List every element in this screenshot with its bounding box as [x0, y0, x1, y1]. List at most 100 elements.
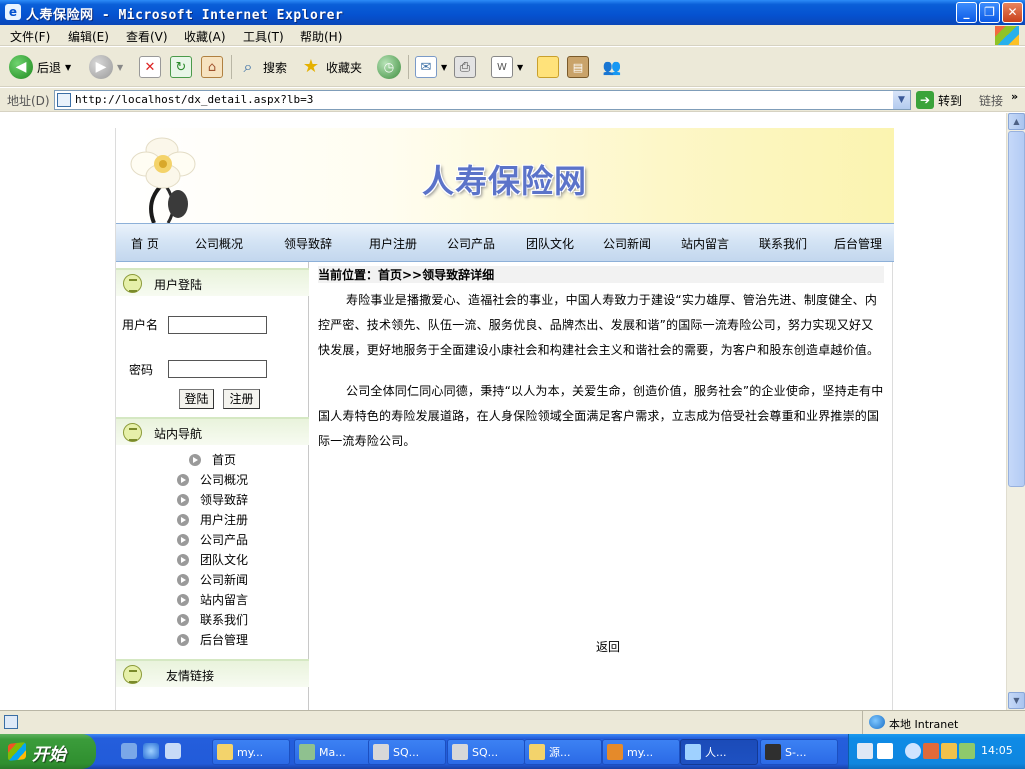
stop-button[interactable]: ✕ [139, 54, 161, 80]
nav-home[interactable]: 首 页 [131, 235, 159, 252]
scroll-up-icon[interactable]: ▲ [1008, 113, 1025, 130]
task-button[interactable]: my... [212, 739, 290, 765]
links-label[interactable]: 链接 [979, 92, 1003, 109]
home-button[interactable]: ⌂ [201, 54, 223, 80]
forward-dropdown-icon[interactable]: ▼ [117, 63, 123, 72]
app-icon [299, 744, 315, 760]
folder-icon [217, 744, 233, 760]
task-button-active[interactable]: 人... [680, 739, 758, 765]
messenger-tray-icon[interactable] [923, 743, 939, 759]
back-button[interactable]: ◀ 后退 ▼ [9, 54, 71, 80]
start-button[interactable]: 开始 [0, 734, 96, 769]
password-input[interactable] [168, 360, 267, 378]
login-box-header: 用户登陆 [116, 268, 309, 296]
address-input[interactable]: http://localhost/dx_detail.aspx?lb=3 ▼ [54, 90, 911, 110]
search-button[interactable]: ⌕ 搜索 [237, 54, 288, 80]
nav-admin[interactable]: 后台管理 [834, 235, 882, 252]
task-button[interactable]: S-... [760, 739, 838, 765]
sidenav-item-products[interactable]: 公司产品 [177, 531, 248, 548]
network-tray-icon[interactable] [941, 743, 957, 759]
task-button[interactable]: 源... [524, 739, 602, 765]
sidenav-item-guestbook[interactable]: 站内留言 [177, 591, 248, 608]
tray-arrow-icon[interactable] [905, 743, 921, 759]
task-button[interactable]: Ma... [294, 739, 372, 765]
address-url[interactable]: http://localhost/dx_detail.aspx?lb=3 [75, 93, 313, 106]
scroll-thumb[interactable] [1008, 131, 1025, 487]
flower-logo-icon [130, 137, 196, 223]
research-button[interactable]: ▤ [567, 54, 589, 80]
go-button[interactable]: ➔ 转到 [916, 91, 962, 109]
menu-view[interactable]: 查看(V) [126, 28, 168, 45]
minimize-button[interactable]: _ [956, 2, 977, 23]
sidenav-item-label: 站内留言 [200, 593, 249, 607]
nav-contact[interactable]: 联系我们 [759, 235, 807, 252]
edit-button[interactable]: W ▼ [491, 54, 523, 80]
nav-company-news[interactable]: 公司新闻 [603, 235, 651, 252]
username-input[interactable] [168, 316, 267, 334]
task-button[interactable]: SQ... [447, 739, 525, 765]
search-icon: ⌕ [243, 57, 253, 76]
menu-edit[interactable]: 编辑(E) [68, 28, 109, 45]
refresh-button[interactable]: ↻ [170, 54, 192, 80]
sidenav-item-label: 后台管理 [200, 633, 249, 647]
task-label: S-... [785, 745, 807, 759]
nav-company-profile[interactable]: 公司概况 [195, 235, 243, 252]
back-dropdown-icon[interactable]: ▼ [65, 63, 71, 72]
book-icon [123, 274, 142, 293]
article-paragraph: 寿险事业是播撒爱心、造福社会的事业，中国人寿致力于建设“实力雄厚、管治先进、制度… [318, 293, 880, 357]
sidenav-item-label: 公司新闻 [200, 573, 249, 587]
forward-button[interactable]: ▶ ▼ [89, 54, 123, 80]
sidenav-item-company-profile[interactable]: 公司概况 [177, 471, 248, 488]
back-link[interactable]: 返回 [596, 638, 620, 655]
menu-file[interactable]: 文件(F) [10, 28, 50, 45]
messenger-button[interactable]: 👥 [601, 54, 623, 80]
nav-products[interactable]: 公司产品 [447, 235, 495, 252]
menu-help[interactable]: 帮助(H) [300, 28, 342, 45]
sidenav-item-admin[interactable]: 后台管理 [177, 631, 248, 648]
menu-favorites[interactable]: 收藏(A) [184, 28, 226, 45]
address-dropdown-icon[interactable]: ▼ [893, 91, 910, 109]
web-page: 人寿保险网 首 页 公司概况 领导致辞 用户注册 公司产品 团队文化 公司新闻 … [115, 128, 894, 710]
menu-tools[interactable]: 工具(T) [243, 28, 284, 45]
task-button[interactable]: SQ... [368, 739, 446, 765]
book-icon [123, 423, 142, 442]
nav-leader-speech[interactable]: 领导致辞 [284, 235, 332, 252]
vertical-scrollbar[interactable]: ▲ ▼ [1006, 113, 1025, 710]
sidenav-item-home[interactable]: 首页 [189, 451, 236, 468]
task-button[interactable]: my... [602, 739, 680, 765]
keyboard-icon[interactable] [857, 743, 873, 759]
refresh-icon: ↻ [170, 56, 192, 78]
chevron-right-icon[interactable]: » [1011, 90, 1018, 103]
volume-tray-icon[interactable] [959, 743, 975, 759]
discuss-button[interactable] [537, 54, 559, 80]
print-button[interactable]: ⎙ [454, 54, 476, 80]
login-button[interactable]: 登陆 [179, 389, 214, 409]
sidenav-item-team-culture[interactable]: 团队文化 [177, 551, 248, 568]
nav-guestbook[interactable]: 站内留言 [681, 235, 729, 252]
mail-dropdown-icon[interactable]: ▼ [441, 63, 447, 72]
close-button[interactable]: ✕ [1002, 2, 1023, 23]
password-label: 密码 [129, 363, 154, 377]
quicklaunch-desktop-icon[interactable] [121, 743, 137, 759]
restore-button[interactable]: ❐ [979, 2, 1000, 23]
browser-viewport: 人寿保险网 首 页 公司概况 领导致辞 用户注册 公司产品 团队文化 公司新闻 … [0, 113, 1006, 710]
history-button[interactable]: ◷ [377, 54, 401, 80]
edit-dropdown-icon[interactable]: ▼ [517, 63, 523, 72]
quicklaunch-ie-icon[interactable] [143, 743, 159, 759]
favorites-button[interactable]: ★ 收藏夹 [300, 54, 362, 80]
quicklaunch-media-icon[interactable] [165, 743, 181, 759]
play-bullet-icon [177, 513, 189, 526]
sidenav-item-company-news[interactable]: 公司新闻 [177, 571, 248, 588]
sidenav-item-leader-speech[interactable]: 领导致辞 [177, 491, 248, 508]
sidenav-item-user-register[interactable]: 用户注册 [177, 511, 248, 528]
nav-user-register[interactable]: 用户注册 [369, 235, 417, 252]
windows-logo-icon [995, 26, 1019, 45]
sidenav-item-contact[interactable]: 联系我们 [177, 611, 248, 628]
scroll-down-icon[interactable]: ▼ [1008, 692, 1025, 709]
taskbar: 开始 my... Ma... SQ... SQ... 源... my... 人.… [0, 734, 1025, 769]
mail-button[interactable]: ✉ ▼ [415, 54, 447, 80]
nav-team-culture[interactable]: 团队文化 [526, 235, 574, 252]
back-label: 后退 [37, 60, 62, 75]
help-icon[interactable] [877, 743, 893, 759]
register-button[interactable]: 注册 [223, 389, 260, 409]
